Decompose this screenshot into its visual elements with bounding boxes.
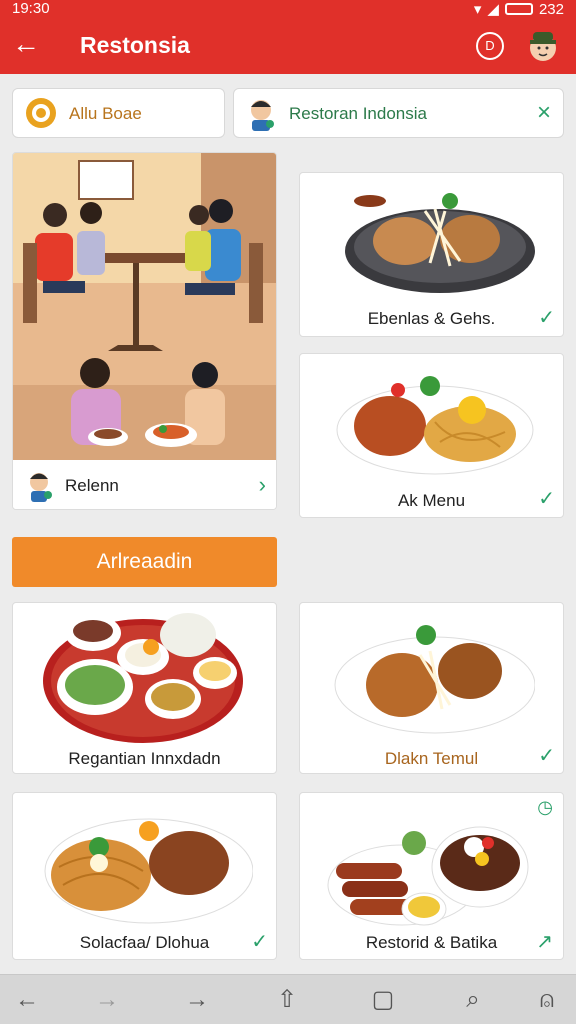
chef-avatar-icon <box>30 473 52 502</box>
edit-check-icon[interactable]: ✓ <box>538 743 555 768</box>
menu-card-label: Dlakn Temul <box>384 749 479 768</box>
section-header: Arlreaadin <box>12 537 277 587</box>
menu-card-label: Regantian Innxdadn <box>68 749 221 768</box>
back-arrow-icon[interactable]: ← <box>12 30 42 60</box>
rice-platter-dish-image <box>43 613 243 743</box>
close-icon[interactable]: × <box>537 99 551 127</box>
signal-icon: ◢ <box>487 1 499 18</box>
sausage-curry-dish-image <box>327 826 529 926</box>
filter-chip-allu[interactable]: Allu Boae <box>12 88 225 138</box>
noodles-pork-dish-image <box>44 818 253 924</box>
wifi-icon: ▾ <box>473 1 482 18</box>
profile-icon[interactable]: ⍝ <box>530 983 564 1017</box>
roast-chicken-dish-image <box>334 625 535 734</box>
menu-card-label: Restorid & Batika <box>365 933 498 952</box>
edit-check-icon[interactable]: ✓ <box>538 305 555 330</box>
featured-restaurant-card[interactable]: Relenn › <box>12 152 277 510</box>
share-icon[interactable]: ⇧ <box>270 983 304 1017</box>
filter-chip-label: Restoran Indonsia <box>289 104 427 123</box>
battery-icon <box>504 3 533 15</box>
menu-card-label: Solacfaa/ Dlohua <box>79 933 210 952</box>
search-icon[interactable]: ⌕ <box>456 983 490 1017</box>
app-bar: 19:30 ▾ ◢ 232 ← Restonsia D <box>0 0 576 74</box>
bottom-nav-bar: ← → → ⇧ ▢ ⌕ ⍝ <box>0 974 576 1024</box>
back-arrow-icon[interactable]: ← <box>10 983 44 1017</box>
next-arrow-icon[interactable]: → <box>180 983 214 1017</box>
forward-arrow-icon[interactable]: → <box>90 983 124 1017</box>
info-circle-button[interactable]: D <box>476 32 504 60</box>
chicken-spaghetti-dish-image <box>336 376 534 475</box>
tabs-icon[interactable]: ▢ <box>366 983 400 1017</box>
menu-card[interactable]: Solacfaa/ Dlohua ✓ <box>12 792 277 960</box>
menu-card[interactable]: ◷ Restorid & Batika ↗ <box>299 792 564 960</box>
badge-icon <box>26 98 56 128</box>
battery-label: 232 <box>538 0 564 18</box>
restaurant-scene-image <box>13 153 276 460</box>
filter-chip-restoran[interactable]: Restoran Indonsia × <box>233 88 564 138</box>
menu-card[interactable]: Regantian Innxdadn <box>12 602 277 774</box>
filter-chip-label: Allu Boae <box>69 104 142 123</box>
menu-card-label: Ebenlas & Gehs. <box>367 309 496 328</box>
menu-card[interactable]: Ebenlas & Gehs. ✓ <box>299 172 564 337</box>
menu-card-label: Ak Menu <box>397 491 466 510</box>
chevron-right-icon[interactable]: › <box>259 472 266 498</box>
menu-card[interactable]: Dlakn Temul ✓ <box>299 602 564 774</box>
clock-icon[interactable]: ◷ <box>537 797 553 818</box>
profile-avatar-icon[interactable] <box>527 28 559 62</box>
featured-card-label: Relenn <box>65 476 119 495</box>
page-title: Restonsia <box>80 32 190 58</box>
menu-card[interactable]: Ak Menu ✓ <box>299 353 564 518</box>
grilled-chicken-dish-image <box>345 193 535 293</box>
share-arrow-icon[interactable]: ↗ <box>536 929 553 954</box>
featured-card-footer: Relenn › <box>13 460 276 509</box>
toolbar: ← Restonsia D <box>0 22 576 70</box>
status-bar: 19:30 ▾ ◢ 232 <box>0 0 576 18</box>
edit-check-icon[interactable]: ✓ <box>251 929 268 954</box>
status-icons: ▾ ◢ 232 <box>473 0 564 19</box>
chef-avatar-icon <box>251 100 274 131</box>
edit-check-icon[interactable]: ✓ <box>538 486 555 511</box>
status-time: 19:30 <box>12 0 50 17</box>
